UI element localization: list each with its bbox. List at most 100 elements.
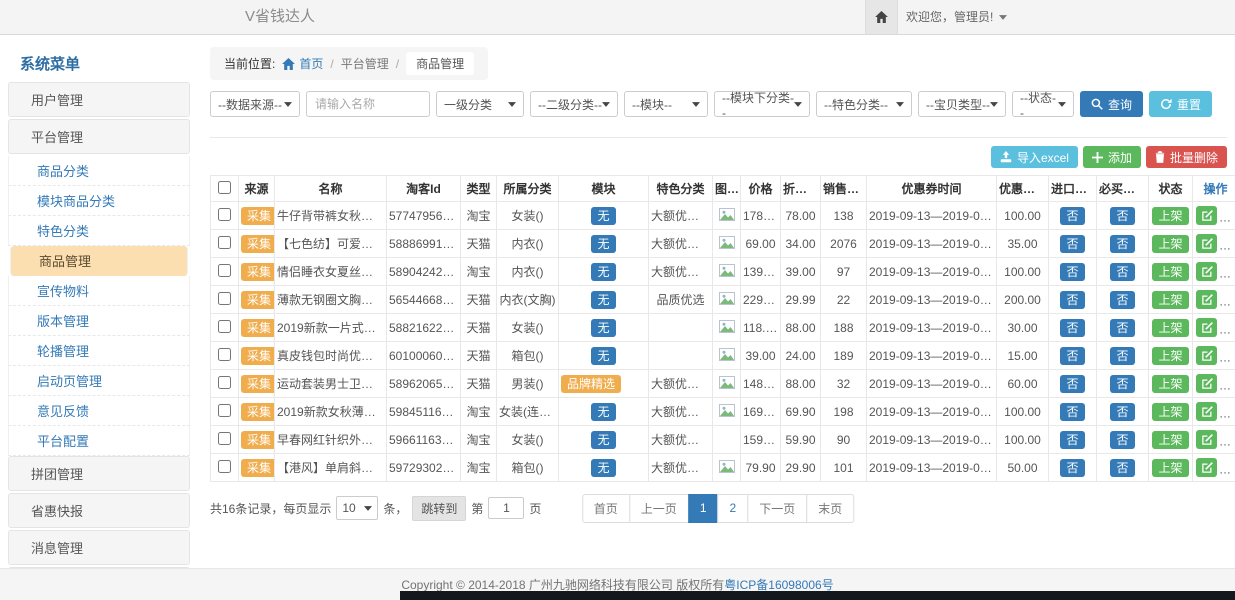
row-checkbox[interactable] xyxy=(218,264,231,277)
table-row: 采集真皮钱包时尚优雅女士...601000601341天猫箱包()无39.002… xyxy=(211,342,1235,370)
edit-icon xyxy=(1201,406,1213,418)
imported-toggle[interactable]: 否 xyxy=(1060,403,1084,421)
row-checkbox[interactable] xyxy=(218,208,231,221)
page-button[interactable]: 上一页 xyxy=(629,494,689,523)
row-checkbox[interactable] xyxy=(218,348,231,361)
edit-button[interactable] xyxy=(1196,346,1217,365)
sidebar-item[interactable]: 意见反馈 xyxy=(8,396,190,426)
status-toggle[interactable]: 上架 xyxy=(1152,375,1188,393)
must-buy-toggle[interactable]: 否 xyxy=(1110,403,1134,421)
edit-button[interactable] xyxy=(1196,290,1217,309)
batch-delete-button[interactable]: 批量删除 xyxy=(1146,146,1227,168)
must-buy-toggle[interactable]: 否 xyxy=(1110,431,1134,449)
jump-button[interactable]: 跳转到 xyxy=(412,496,466,521)
edit-button[interactable] xyxy=(1196,262,1217,281)
status-toggle[interactable]: 上架 xyxy=(1152,291,1188,309)
page-button[interactable]: 下一页 xyxy=(747,494,807,523)
sidebar-item[interactable]: 平台管理 xyxy=(8,119,190,154)
search-button[interactable]: 查询 xyxy=(1080,91,1143,117)
must-buy-toggle[interactable]: 否 xyxy=(1110,347,1134,365)
edit-button[interactable] xyxy=(1196,318,1217,337)
must-buy-toggle[interactable]: 否 xyxy=(1110,375,1134,393)
sidebar-item[interactable]: 版本管理 xyxy=(8,306,190,336)
status-select[interactable]: --状态-- xyxy=(1012,91,1074,117)
imported-cell: 否 xyxy=(1049,398,1097,426)
item-type-select[interactable]: --宝贝类型-- xyxy=(918,91,1006,117)
per-page-select[interactable]: 10 xyxy=(336,496,378,520)
status-toggle[interactable]: 上架 xyxy=(1152,263,1188,281)
type-cell: 淘宝 xyxy=(461,426,497,454)
row-checkbox[interactable] xyxy=(218,432,231,445)
status-toggle[interactable]: 上架 xyxy=(1152,319,1188,337)
edit-button[interactable] xyxy=(1196,402,1217,421)
status-toggle[interactable]: 上架 xyxy=(1152,207,1188,225)
edit-button[interactable] xyxy=(1196,458,1217,477)
sidebar-item[interactable]: 商品分类 xyxy=(8,156,190,186)
imported-toggle[interactable]: 否 xyxy=(1060,347,1084,365)
row-checkbox[interactable] xyxy=(218,460,231,473)
data-source-select[interactable]: --数据来源-- xyxy=(210,91,300,117)
sidebar-item-active[interactable]: 商品管理 xyxy=(10,246,188,276)
must-buy-toggle[interactable]: 否 xyxy=(1110,319,1134,337)
status-toggle[interactable]: 上架 xyxy=(1152,347,1188,365)
sidebar-item[interactable]: 拼团管理 xyxy=(8,456,190,491)
sidebar-item[interactable]: 省惠快报 xyxy=(8,493,190,528)
must-buy-toggle[interactable]: 否 xyxy=(1110,459,1134,477)
status-toggle[interactable]: 上架 xyxy=(1152,403,1188,421)
module-select[interactable]: --模块-- xyxy=(624,91,708,117)
breadcrumb-item-platform[interactable]: 平台管理 xyxy=(341,55,389,72)
must-buy-toggle[interactable]: 否 xyxy=(1110,291,1134,309)
page-button[interactable]: 1 xyxy=(688,494,719,523)
sidebar-item[interactable]: 轮播管理 xyxy=(8,336,190,366)
edit-button[interactable] xyxy=(1196,206,1217,225)
coupon-amount-cell: 100.00 xyxy=(997,426,1049,454)
sidebar-item[interactable]: 消息管理 xyxy=(8,530,190,565)
sidebar-item[interactable]: 宣传物料 xyxy=(8,276,190,306)
page-number-input[interactable] xyxy=(488,497,524,519)
page-button[interactable]: 末页 xyxy=(806,494,854,523)
sidebar-item[interactable]: 启动页管理 xyxy=(8,366,190,396)
add-button[interactable]: 添加 xyxy=(1083,146,1141,168)
status-toggle[interactable]: 上架 xyxy=(1152,235,1188,253)
must-buy-toggle[interactable]: 否 xyxy=(1110,207,1134,225)
feature-category-select[interactable]: --特色分类-- xyxy=(816,91,912,117)
row-checkbox[interactable] xyxy=(218,404,231,417)
level1-category-select[interactable]: 一级分类 xyxy=(436,91,524,117)
edit-button[interactable] xyxy=(1196,234,1217,253)
sidebar-item[interactable]: 模块商品分类 xyxy=(8,186,190,216)
sidebar-item[interactable]: 平台配置 xyxy=(8,426,190,456)
imported-toggle[interactable]: 否 xyxy=(1060,375,1084,393)
status-toggle[interactable]: 上架 xyxy=(1152,459,1188,477)
name-input[interactable] xyxy=(306,91,430,117)
imported-toggle[interactable]: 否 xyxy=(1060,459,1084,477)
sidebar-item[interactable]: 特色分类 xyxy=(8,216,190,246)
page-button[interactable]: 2 xyxy=(718,494,749,523)
row-checkbox[interactable] xyxy=(218,376,231,389)
status-toggle[interactable]: 上架 xyxy=(1152,431,1188,449)
must-buy-toggle[interactable]: 否 xyxy=(1110,263,1134,281)
edit-button[interactable] xyxy=(1196,374,1217,393)
imported-toggle[interactable]: 否 xyxy=(1060,263,1084,281)
sidebar-item[interactable]: 用户管理 xyxy=(8,82,190,117)
imported-toggle[interactable]: 否 xyxy=(1060,207,1084,225)
breadcrumb-home-link[interactable]: 首页 xyxy=(282,55,323,72)
module-subcategory-select[interactable]: --模块下分类-- xyxy=(714,91,810,117)
select-all-checkbox[interactable] xyxy=(218,181,231,194)
user-menu[interactable]: 欢迎您，管理员! xyxy=(906,0,1007,34)
edit-button[interactable] xyxy=(1196,430,1217,449)
imported-toggle[interactable]: 否 xyxy=(1060,291,1084,309)
breadcrumb-prefix: 当前位置: xyxy=(224,55,275,72)
imported-toggle[interactable]: 否 xyxy=(1060,235,1084,253)
import-excel-button[interactable]: 导入excel xyxy=(991,146,1078,168)
row-checkbox[interactable] xyxy=(218,292,231,305)
reset-button[interactable]: 重置 xyxy=(1149,91,1212,117)
home-button[interactable] xyxy=(865,0,898,34)
imported-toggle[interactable]: 否 xyxy=(1060,319,1084,337)
imported-toggle[interactable]: 否 xyxy=(1060,431,1084,449)
must-buy-toggle[interactable]: 否 xyxy=(1110,235,1134,253)
level2-category-select[interactable]: --二级分类-- xyxy=(530,91,618,117)
page-button[interactable]: 首页 xyxy=(582,494,630,523)
row-checkbox[interactable] xyxy=(218,320,231,333)
row-checkbox[interactable] xyxy=(218,236,231,249)
pagination: 共16条记录，每页显示 10 条， 跳转到 第 页 首页上一页12下一页末页 xyxy=(210,494,1227,522)
